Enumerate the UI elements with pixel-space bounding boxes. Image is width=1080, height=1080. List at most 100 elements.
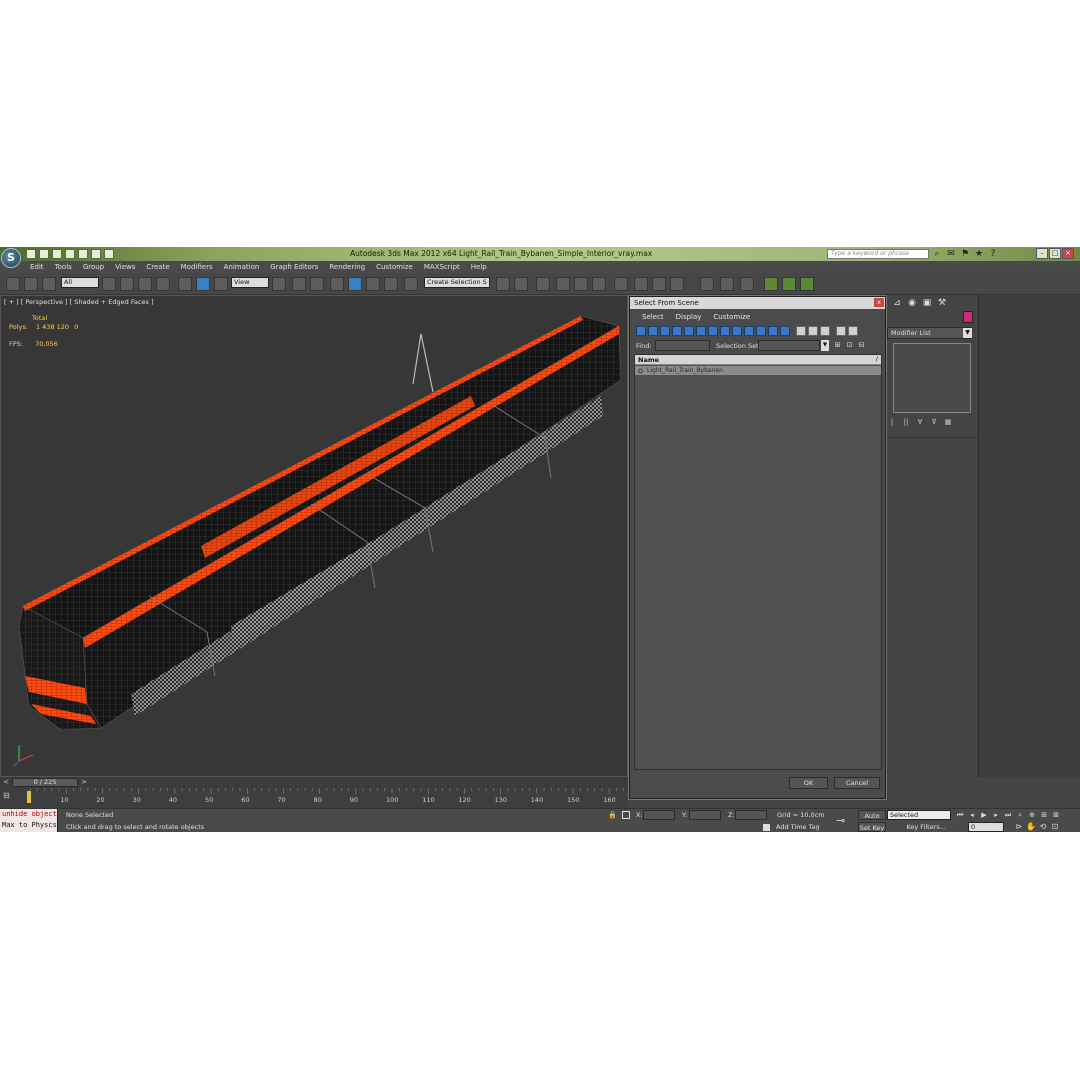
chevron-down-icon[interactable]: ▼ (821, 340, 829, 351)
time-slider-prev-icon[interactable]: < (0, 777, 12, 788)
utilities-tab-icon[interactable]: ⚒ (936, 297, 948, 309)
dialog-close-button[interactable]: x (874, 298, 884, 307)
maximize-viewport-icon[interactable]: ⊡ (1050, 822, 1060, 832)
menu-maxscript[interactable]: MAXScript (424, 263, 460, 271)
dialog-menu-select[interactable]: Select (642, 313, 664, 321)
render-setup-icon[interactable] (634, 277, 648, 291)
display-tab-icon[interactable]: ▣ (921, 297, 933, 309)
angle-snap-icon[interactable] (348, 277, 362, 291)
menu-create[interactable]: Create (146, 263, 169, 271)
column-header-name[interactable]: Name (638, 356, 659, 364)
spinner-snap-icon[interactable] (384, 277, 398, 291)
time-slider-next-icon[interactable]: > (78, 777, 90, 788)
key-mode-dropdown[interactable]: Selected (887, 810, 951, 820)
schematic-view-icon[interactable] (592, 277, 606, 291)
filter-options-icon[interactable] (848, 326, 858, 336)
menu-modifiers[interactable]: Modifiers (181, 263, 213, 271)
time-slider-thumb[interactable]: 0 / 225 (12, 778, 78, 787)
help-icon[interactable]: ? (988, 249, 998, 259)
physics-reset-icon[interactable] (800, 277, 814, 291)
selection-lock-icon[interactable]: 🔒 (608, 811, 617, 819)
window-crossing-icon[interactable] (156, 277, 170, 291)
physics-step-icon[interactable] (782, 277, 796, 291)
absolute-mode-toggle-icon[interactable] (622, 811, 630, 819)
modifier-stack[interactable] (893, 343, 971, 413)
dialog-title-bar[interactable]: Select From Scene x (630, 297, 885, 309)
select-rotate-icon[interactable] (196, 277, 210, 291)
dialog-menu-customize[interactable]: Customize (713, 313, 750, 321)
find-dependents-icon[interactable]: ⊡ (845, 341, 854, 350)
next-frame-icon[interactable]: ▸ (991, 810, 1001, 820)
layer-manager-icon[interactable] (536, 277, 550, 291)
dialog-menu-display[interactable]: Display (676, 313, 702, 321)
configure-sets-icon[interactable]: ▦ (943, 417, 953, 427)
menu-tools[interactable]: Tools (55, 263, 72, 271)
display-groups-icon[interactable] (708, 326, 718, 336)
redo-icon[interactable] (78, 249, 88, 259)
save-file-icon[interactable] (52, 249, 62, 259)
hold-icon[interactable] (91, 249, 101, 259)
graphite-ribbon-icon[interactable] (556, 277, 570, 291)
render-production-icon[interactable] (670, 277, 684, 291)
curve-editor-icon[interactable] (574, 277, 588, 291)
display-cameras-icon[interactable] (672, 326, 682, 336)
favorites-icon[interactable]: ★ (974, 249, 984, 259)
menu-views[interactable]: Views (115, 263, 135, 271)
set-key-button[interactable]: Set Key (858, 822, 886, 832)
percent-snap-icon[interactable] (366, 277, 380, 291)
object-properties-icon[interactable] (700, 277, 714, 291)
make-unique-icon[interactable]: ∀ (915, 417, 925, 427)
rectangle-selection-icon[interactable] (138, 277, 152, 291)
reference-coord-dropdown[interactable]: View (231, 277, 269, 288)
new-file-icon[interactable] (26, 249, 36, 259)
perspective-viewport[interactable]: [ + ] [ Perspective ] [ Shaded + Edged F… (0, 295, 628, 777)
named-selection-dropdown[interactable]: Create Selection S (424, 277, 490, 288)
subscription-icon[interactable]: ✉ (946, 249, 956, 259)
previous-frame-icon[interactable]: ◂ (967, 810, 977, 820)
keyboard-shortcut-override-icon[interactable] (310, 277, 324, 291)
maxscript-mini-listener[interactable]: unhide object Max to Physcs (0, 809, 58, 832)
field-of-view-icon[interactable]: ⊳ (1014, 822, 1024, 832)
edit-named-selection-icon[interactable] (404, 277, 418, 291)
undo-icon[interactable] (65, 249, 75, 259)
display-lights-icon[interactable] (660, 326, 670, 336)
display-bones-icon[interactable] (732, 326, 742, 336)
menu-customize[interactable]: Customize (376, 263, 413, 271)
physics-simulate-icon[interactable] (764, 277, 778, 291)
binoculars-icon[interactable]: ⌕ (932, 249, 942, 259)
snaps-toggle-icon[interactable] (330, 277, 344, 291)
minimize-button[interactable]: – (1036, 248, 1048, 259)
z-coord-field[interactable] (735, 810, 767, 820)
display-hidden-icon[interactable] (768, 326, 778, 336)
key-filters-button[interactable]: Key Filters... (888, 822, 950, 832)
go-to-end-icon[interactable]: ⏭ (1003, 810, 1013, 820)
select-object-icon[interactable] (102, 277, 116, 291)
help-search-input[interactable]: Type a keyword or phrase (827, 249, 929, 259)
play-icon[interactable]: ▶ (979, 810, 989, 820)
chevron-down-icon[interactable]: ▼ (963, 328, 972, 338)
zoom-extents-icon[interactable]: ⊞ (1039, 810, 1049, 820)
auto-key-button[interactable]: Auto Key (858, 810, 886, 830)
display-none-icon[interactable] (796, 326, 806, 336)
asset-browser-icon[interactable] (720, 277, 734, 291)
link-icon[interactable] (6, 277, 20, 291)
align-icon[interactable] (514, 277, 528, 291)
orbit-icon[interactable]: ⟲ (1038, 822, 1048, 832)
zoom-extents-all-icon[interactable]: ⊠ (1051, 810, 1061, 820)
time-slider[interactable]: < 0 / 225 > (0, 777, 628, 788)
track-bar[interactable]: 10 20 30 40 50 60 70 80 90 100 110 120 130 140 150 160 … (0, 788, 628, 808)
unlink-icon[interactable] (24, 277, 38, 291)
menu-animation[interactable]: Animation (224, 263, 260, 271)
material-editor-icon[interactable] (614, 277, 628, 291)
object-color-swatch[interactable] (963, 311, 973, 323)
listener-input-line[interactable]: Max to Physcs (2, 821, 57, 829)
x-coord-field[interactable] (643, 810, 675, 820)
hierarchy-tab-icon[interactable]: ⊿ (891, 297, 903, 309)
communication-icon[interactable]: ⚑ (960, 249, 970, 259)
remove-modifier-icon[interactable]: ⊽ (929, 417, 939, 427)
menu-graph-editors[interactable]: Graph Editors (270, 263, 318, 271)
display-frozen-icon[interactable] (756, 326, 766, 336)
pan-icon[interactable]: ✋ (1026, 822, 1036, 832)
mirror-icon[interactable] (496, 277, 510, 291)
display-geometry-icon[interactable] (636, 326, 646, 336)
